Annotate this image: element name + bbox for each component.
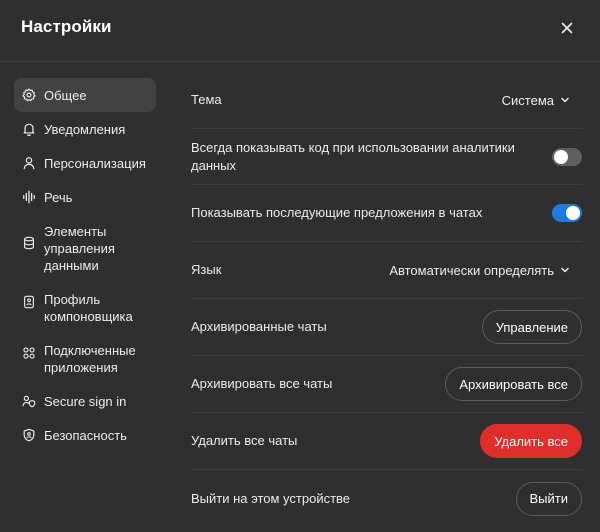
sidebar-item-data-controls[interactable]: Элементы управления данными xyxy=(14,214,156,282)
sidebar-item-label: Безопасность xyxy=(44,428,127,443)
follow-up-toggle[interactable] xyxy=(552,204,582,222)
logout-button[interactable]: Выйти xyxy=(515,481,582,516)
database-icon xyxy=(22,236,36,250)
theme-value: Система xyxy=(501,92,554,108)
sidebar-item-label: Подключенные приложения xyxy=(44,343,136,375)
sidebar-item-general[interactable]: Общее xyxy=(14,78,156,112)
sidebar-item-security[interactable]: Безопасность xyxy=(14,418,156,452)
language-label: Язык xyxy=(191,262,222,277)
language-dropdown[interactable]: Автоматически определять xyxy=(389,263,582,278)
settings-sidebar: Общее Уведомления Персонализация Речь Эл… xyxy=(14,78,156,452)
follow-up-label: Показывать последующие предложения в чат… xyxy=(191,205,483,220)
sidebar-item-speech[interactable]: Речь xyxy=(14,180,156,214)
archive-all-button[interactable]: Архивировать все xyxy=(445,367,582,401)
settings-content: Тема Система Всегда показывать код при и… xyxy=(191,72,582,527)
setting-row-theme: Тема Система xyxy=(191,72,582,129)
sidebar-item-notifications[interactable]: Уведомления xyxy=(14,112,156,146)
gear-icon xyxy=(22,88,36,102)
sidebar-item-label: Персонализация xyxy=(44,156,146,171)
setting-row-follow-up: Показывать последующие предложения в чат… xyxy=(191,185,582,242)
archive-all-label: Архивировать все чаты xyxy=(191,376,333,391)
sidebar-item-label: Общее xyxy=(44,88,87,103)
archived-label: Архивированные чаты xyxy=(191,319,327,334)
sidebar-item-builder-profile[interactable]: Профиль компоновщика xyxy=(14,282,156,333)
theme-dropdown[interactable]: Система xyxy=(502,93,582,108)
secure-signin-icon xyxy=(22,394,36,408)
apps-icon xyxy=(22,346,36,360)
bell-icon xyxy=(22,122,36,136)
toggle-knob xyxy=(566,206,580,220)
settings-dialog: Настройки Общее Уведомления Персонализац… xyxy=(0,0,600,532)
logout-label: Выйти на этом устройстве xyxy=(191,490,351,506)
setting-row-logout: Выйти на этом устройстве Выйти xyxy=(191,470,582,527)
show-code-label: Всегда показывать код при использовании … xyxy=(191,139,515,173)
setting-row-delete-all: Удалить все чаты Удалить все xyxy=(191,413,582,470)
id-card-icon xyxy=(22,295,36,309)
theme-label: Тема xyxy=(191,92,222,107)
setting-row-show-code: Всегда показывать код при использовании … xyxy=(191,129,582,185)
language-value: Автоматически определять xyxy=(389,262,554,278)
delete-all-label: Удалить все чаты xyxy=(191,433,298,448)
sidebar-item-secure-signin[interactable]: Secure sign in xyxy=(14,384,156,418)
dialog-header: Настройки xyxy=(0,0,600,62)
person-icon xyxy=(22,156,36,170)
sidebar-item-personalization[interactable]: Персонализация xyxy=(14,146,156,180)
shield-icon xyxy=(22,428,36,442)
sidebar-item-label: Уведомления xyxy=(44,122,126,137)
sidebar-item-label: Речь xyxy=(44,190,73,205)
toggle-knob xyxy=(554,149,568,164)
setting-row-archive-all: Архивировать все чаты Архивировать все xyxy=(191,356,582,413)
show-code-toggle[interactable] xyxy=(552,147,582,166)
close-icon xyxy=(561,22,573,34)
dialog-title: Настройки xyxy=(21,17,112,36)
sidebar-item-label: Secure sign in xyxy=(44,394,127,409)
chevron-down-icon xyxy=(560,265,570,275)
close-button[interactable] xyxy=(556,17,578,39)
chevron-down-icon xyxy=(560,95,570,105)
waveform-icon xyxy=(22,190,36,204)
sidebar-item-label: Элементы управления данными xyxy=(44,224,115,273)
sidebar-item-connected-apps[interactable]: Подключенные приложения xyxy=(14,333,156,384)
setting-row-language: Язык Автоматически определять xyxy=(191,242,582,299)
setting-row-archived: Архивированные чаты Управление xyxy=(191,299,582,356)
sidebar-item-label: Профиль компоновщика xyxy=(44,292,133,324)
delete-all-button[interactable]: Удалить все xyxy=(480,424,582,458)
manage-archived-button[interactable]: Управление xyxy=(481,310,582,344)
